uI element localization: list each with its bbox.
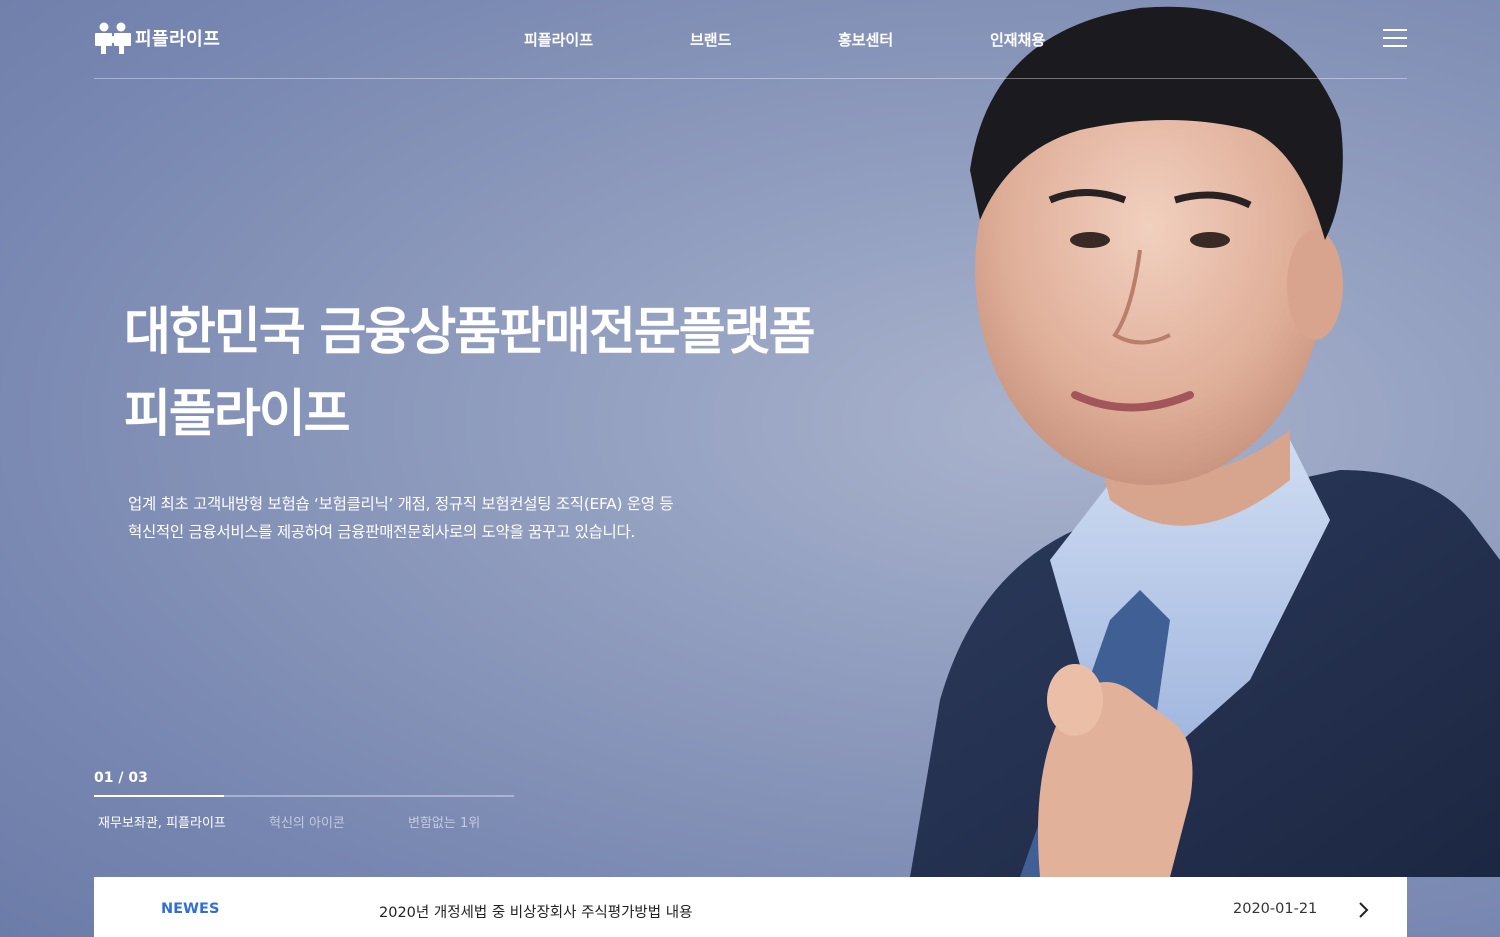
hero-section: 피플라이프 피플라이프 브랜드 홍보센터 인재채용 대한민국 금융상품판매전문플… <box>0 0 1500 937</box>
site-header: 피플라이프 피플라이프 브랜드 홍보센터 인재채용 <box>94 0 1407 79</box>
slide-progress-track <box>94 795 514 797</box>
nav-item-brand[interactable]: 브랜드 <box>690 29 731 50</box>
news-bar: NEWES 2020년 개정세법 중 비상장회사 주식평가방법 내용 2020-… <box>94 877 1407 937</box>
logo[interactable]: 피플라이프 <box>94 20 220 56</box>
nav-item-peoplelife[interactable]: 피플라이프 <box>524 29 593 50</box>
nav-item-careers[interactable]: 인재채용 <box>990 29 1045 50</box>
slide-tab-3[interactable]: 변함없는 1위 <box>408 812 480 831</box>
hero-description-line-1: 업계 최초 고객내방형 보험숍 ‘보험클리닉’ 개점, 정규직 보험컨설팅 조직… <box>128 495 674 513</box>
slide-tab-2[interactable]: 혁신의 아이콘 <box>269 812 345 831</box>
hero-title-line-1: 대한민국 금융상품판매전문플랫폼 <box>124 303 816 362</box>
nav-item-pr-center[interactable]: 홍보센터 <box>838 29 893 50</box>
hamburger-menu-icon[interactable] <box>1383 29 1407 49</box>
hero-description-line-2: 혁신적인 금융서비스를 제공하여 금융판매전문회사로의 도약을 꿈꾸고 있습니다… <box>128 523 636 541</box>
slide-tab-1[interactable]: 재무보좌관, 피플라이프 <box>98 812 226 831</box>
hero-description: 업계 최초 고객내방형 보험숍 ‘보험클리닉’ 개점, 정규직 보험컨설팅 조직… <box>128 490 674 546</box>
slide-progress-fill <box>94 795 225 797</box>
logo-text: 피플라이프 <box>135 29 221 50</box>
news-date: 2020-01-21 <box>1233 901 1318 917</box>
slide-counter: 01 / 03 <box>94 770 148 786</box>
news-label: NEWES <box>161 901 220 917</box>
news-headline-link[interactable]: 2020년 개정세법 중 비상장회사 주식평가방법 내용 <box>379 901 692 922</box>
people-puzzle-logo-icon <box>94 21 132 55</box>
hero-title: 대한민국 금융상품판매전문플랫폼 피플라이프 <box>124 292 816 456</box>
hero-title-line-2: 피플라이프 <box>124 385 351 444</box>
chevron-right-icon[interactable] <box>1356 900 1372 920</box>
spokesperson-image <box>910 6 1500 877</box>
